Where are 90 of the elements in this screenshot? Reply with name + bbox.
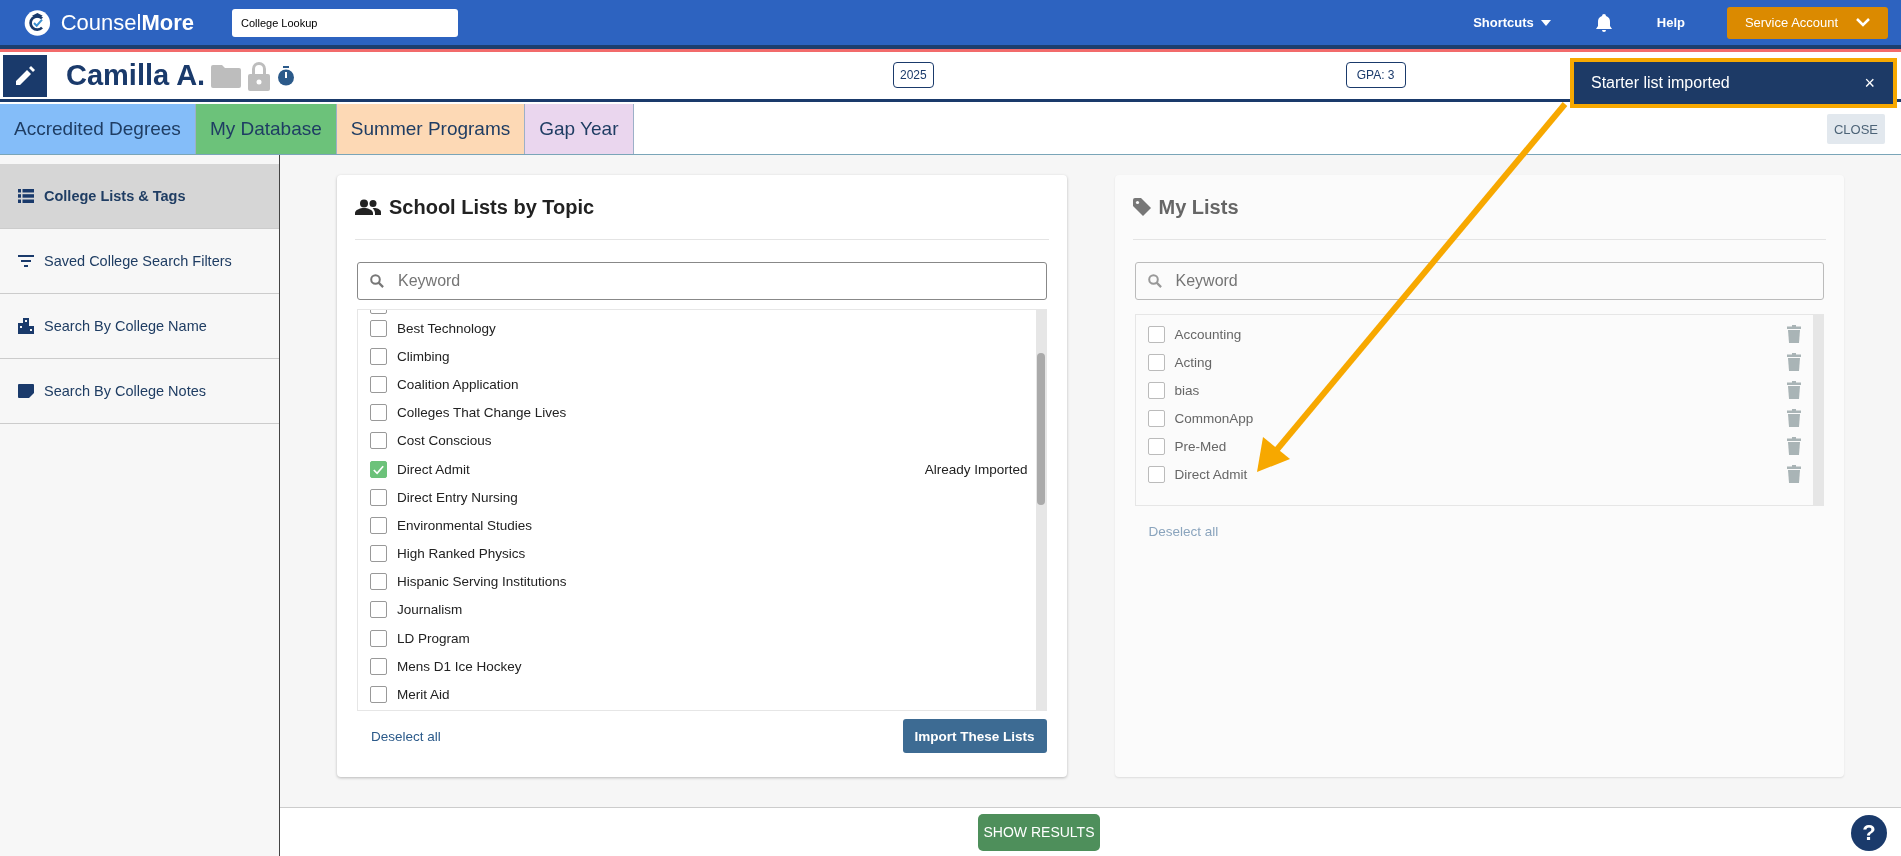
edit-button[interactable] — [3, 54, 47, 97]
list-label: Acting — [1174, 354, 1214, 370]
checkbox[interactable] — [370, 404, 387, 422]
pencil-icon — [14, 64, 36, 87]
shortcuts-menu[interactable]: Shortcuts — [1473, 15, 1551, 30]
college-lookup-field[interactable]: College Lookup — [232, 8, 458, 37]
chevron-down-icon — [1856, 18, 1871, 27]
note-icon — [18, 384, 34, 398]
year-badge: 2025 — [893, 62, 934, 88]
list-label: Pre-Med — [1174, 438, 1228, 454]
list-label: Direct Admit — [397, 461, 471, 477]
sidebar-item[interactable]: Search By College Notes — [0, 359, 279, 424]
list-label: Environmental Studies — [397, 517, 534, 533]
sidebar-item[interactable]: Saved College Search Filters — [0, 229, 279, 294]
checkbox[interactable] — [1147, 325, 1165, 343]
checkbox[interactable] — [1147, 353, 1165, 371]
list-label: Merit Aid — [397, 687, 451, 703]
checkbox[interactable] — [370, 573, 387, 591]
scrollbar-thumb[interactable] — [1036, 353, 1045, 505]
checkbox[interactable] — [1147, 437, 1165, 455]
checkbox[interactable] — [370, 375, 387, 393]
list-label: Journalism — [397, 602, 464, 618]
list-label: Best Technology — [397, 320, 497, 336]
list-label: Climbing — [397, 348, 451, 364]
sidebar-item[interactable]: College Lists & Tags — [0, 164, 279, 229]
checkbox[interactable] — [370, 319, 387, 337]
folder-icon[interactable] — [211, 63, 242, 88]
card-title: My Lists — [1158, 195, 1239, 219]
import-button[interactable]: Import These Lists — [902, 719, 1047, 753]
filter-icon — [18, 255, 34, 267]
list-label: LD Program — [397, 630, 471, 646]
list-label: Coalition Application — [397, 376, 520, 392]
trash-icon[interactable] — [1787, 409, 1801, 427]
checkbox[interactable] — [370, 347, 387, 365]
list-label: CommonApp — [1174, 410, 1255, 426]
bell-icon[interactable] — [1594, 12, 1613, 33]
checkbox[interactable] — [370, 601, 387, 619]
trash-icon[interactable] — [1787, 381, 1801, 399]
checkbox[interactable] — [1147, 381, 1165, 399]
checkbox[interactable] — [370, 488, 387, 506]
list-icon — [18, 189, 34, 203]
toast-message: Starter list imported — [1591, 74, 1730, 92]
list-label: Direct Entry Nursing — [397, 489, 519, 505]
show-results-button[interactable]: SHOW RESULTS — [978, 813, 1100, 851]
list-label: High Ranked Physics — [397, 546, 527, 562]
list-label: Mens D1 Ice Hockey — [397, 658, 523, 674]
checkbox[interactable] — [370, 432, 387, 450]
checkbox[interactable] — [370, 657, 387, 675]
help-link[interactable]: Help — [1656, 15, 1685, 30]
deselect-all-link[interactable]: Deselect all — [371, 728, 441, 744]
trash-icon[interactable] — [1787, 465, 1801, 483]
tab[interactable]: Gap Year — [525, 104, 634, 154]
help-button[interactable]: ? — [1851, 815, 1887, 851]
logo-text: CounselMore — [60, 9, 194, 36]
trash-icon[interactable] — [1787, 437, 1801, 455]
sidebar-item[interactable]: Search By College Name — [0, 294, 279, 359]
tab[interactable]: Summer Programs — [336, 104, 526, 154]
checkbox[interactable] — [370, 516, 387, 534]
list-label: bias — [1174, 382, 1201, 398]
checkbox[interactable] — [1147, 465, 1165, 483]
trash-icon[interactable] — [1787, 353, 1801, 371]
lock-icon[interactable] — [247, 60, 272, 91]
list-label: Hispanic Serving Institutions — [397, 574, 568, 590]
list-label: Colleges That Change Lives — [397, 405, 568, 421]
close-button[interactable]: × — [1864, 72, 1875, 94]
list-label: Accounting — [1174, 326, 1243, 342]
building-icon — [18, 318, 34, 334]
trash-icon[interactable] — [1787, 325, 1801, 343]
checkbox[interactable] — [1147, 409, 1165, 427]
tag-icon — [1132, 198, 1151, 216]
tab[interactable]: Accredited Degrees — [0, 104, 196, 154]
card-title: School Lists by Topic — [389, 195, 595, 219]
caret-icon — [1540, 19, 1551, 26]
people-icon — [355, 199, 381, 215]
stopwatch-icon[interactable] — [277, 65, 296, 86]
imported-status: Already Imported — [924, 461, 1028, 477]
gpa-badge: GPA: 3 — [1345, 62, 1406, 88]
list-label: Direct Admit — [1174, 466, 1249, 482]
student-name: Camilla A. — [66, 59, 206, 92]
tab[interactable]: My Database — [195, 104, 337, 154]
search-icon — [370, 274, 384, 288]
checkbox[interactable] — [370, 629, 387, 647]
checkbox[interactable] — [370, 460, 387, 478]
list-label: Cost Conscious — [397, 433, 493, 449]
search-icon — [1147, 274, 1162, 288]
checkbox[interactable] — [370, 686, 387, 704]
keyword-field[interactable]: Keyword — [1134, 262, 1824, 300]
close-button[interactable]: CLOSE — [1827, 114, 1885, 144]
keyword-field[interactable]: Keyword — [357, 262, 1047, 300]
checkbox[interactable] — [370, 545, 387, 563]
